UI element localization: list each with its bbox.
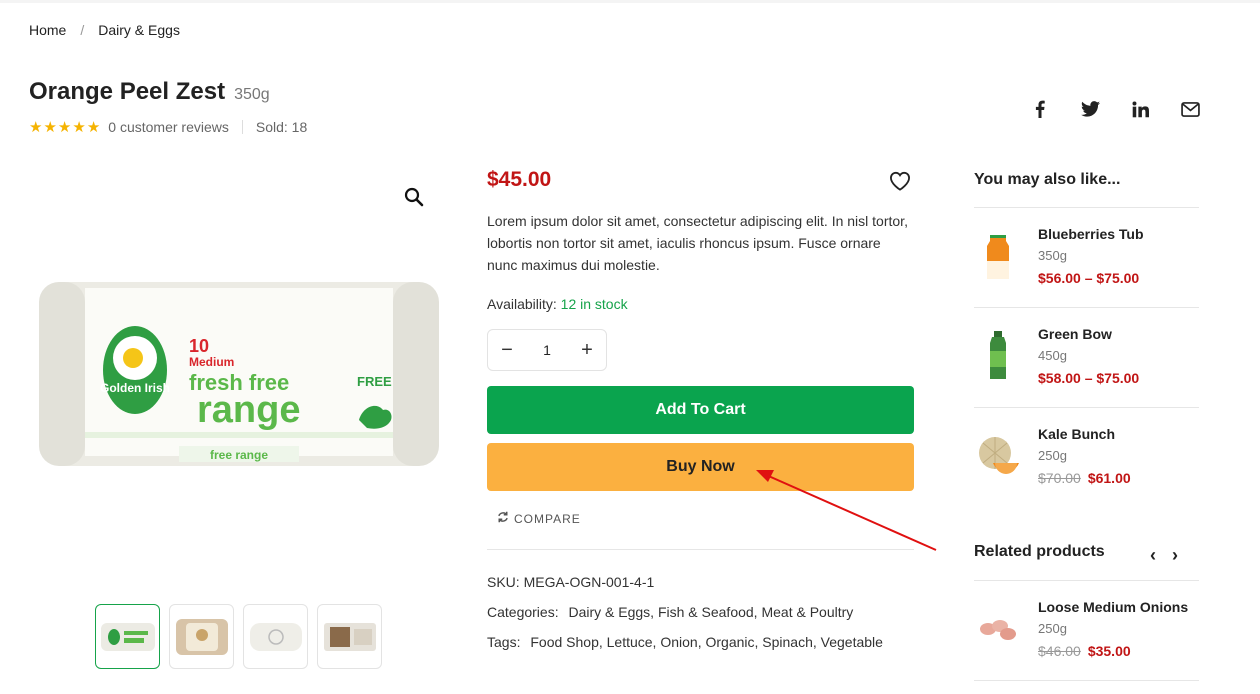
item-price: $56.00 – $75.00 [1038,270,1140,286]
also-like-item[interactable]: Blueberries Tub 350g $56.00 – $75.00 [974,226,1199,306]
sku-value: MEGA-OGN-001-4-1 [523,574,655,590]
reviews-link[interactable]: 0 customer reviews [108,119,229,135]
chevron-right-icon[interactable]: › [1172,545,1178,566]
thumbnail-strip [95,604,382,669]
quantity-input[interactable]: 1 [543,342,551,358]
categories-label: Categories: [487,604,559,620]
star-icon: ★ [72,118,86,136]
sidebar-divider [974,207,1199,208]
quantity-stepper: − 1 + [487,329,607,371]
share-icons [1029,98,1201,120]
product-weight: 350g [234,86,270,103]
refresh-icon [497,511,509,526]
thumbnail-4[interactable] [317,604,382,669]
buy-now-button[interactable]: Buy Now [487,443,914,491]
thumbnail-3[interactable] [243,604,308,669]
item-name[interactable]: Blueberries Tub [1038,226,1144,242]
availability: Availability: 12 in stock [487,296,628,312]
item-name[interactable]: Kale Bunch [1038,426,1115,442]
item-old-price: $46.00 [1038,643,1081,659]
categories-value[interactable]: Dairy & Eggs, Fish & Seafood, Meat & Pou… [568,604,853,620]
related-products-title: Related products [974,543,1105,560]
product-image[interactable]: Golden Irish 10 Medium fresh free range … [29,170,449,590]
item-price-row: $46.00 $35.00 [1038,643,1131,659]
breadcrumb-separator: / [80,22,85,38]
item-price: $61.00 [1087,470,1131,486]
product-description: Lorem ipsum dolor sit amet, consectetur … [487,213,908,273]
also-like-item[interactable]: Kale Bunch 250g $70.00 $61.00 [974,426,1199,506]
image-strip: free range [210,448,268,462]
thumbnail-2[interactable] [169,604,234,669]
stock-value: 12 in stock [560,296,628,312]
item-weight: 450g [1038,348,1067,363]
facebook-icon[interactable] [1029,98,1051,120]
tags-row: Tags: Food Shop, Lettuce, Onion, Organic… [487,634,883,650]
item-old-price: $70.00 [1038,470,1081,486]
chevron-left-icon[interactable]: ‹ [1150,545,1156,566]
item-weight: 350g [1038,248,1067,263]
image-headline-bottom: range [197,389,300,431]
decrease-button[interactable]: − [498,339,516,362]
star-icon: ★ [57,118,72,136]
add-to-cart-button[interactable]: Add To Cart [487,386,914,434]
tags-value[interactable]: Food Shop, Lettuce, Onion, Organic, Spin… [530,634,883,650]
juice-bottle-icon [974,326,1022,386]
image-badge: FREE [357,374,392,389]
star-icon: ★ [86,118,101,136]
sidebar-divider [974,307,1199,308]
breadcrumb-home[interactable]: Home [29,22,66,38]
also-like-title: You may also like... [974,171,1121,188]
twitter-icon[interactable] [1079,98,1101,120]
item-price-row: $70.00 $61.00 [1038,470,1131,486]
categories-row: Categories: Dairy & Eggs, Fish & Seafood… [487,604,853,620]
heart-icon[interactable] [889,171,911,196]
related-item[interactable]: Loose Medium Onions 250g $46.00 $35.00 [974,599,1199,679]
breadcrumb: Home / Dairy & Eggs [29,22,180,38]
image-size: Medium [189,355,234,369]
product-meta: ★ ★ ★ ★ ★ 0 customer reviews Sold: 18 [29,119,307,135]
star-icon: ★ [29,118,43,136]
sidebar-divider [974,680,1199,681]
sold-count: Sold: 18 [255,119,308,135]
star-icon: ★ [43,118,57,136]
item-name[interactable]: Loose Medium Onions [1038,599,1188,615]
sidebar-divider [974,580,1199,581]
onion-icon [974,599,1022,659]
linkedin-icon[interactable] [1129,98,1151,120]
sku-label: SKU: [487,574,520,590]
item-weight: 250g [1038,621,1067,636]
image-brand: Golden Irish [100,381,170,395]
availability-label: Availability: [487,296,557,312]
rating-stars: ★ ★ ★ ★ ★ [29,120,100,135]
item-weight: 250g [1038,448,1067,463]
product-price: $45.00 [487,168,552,191]
compare-button[interactable]: COMPARE [497,511,581,526]
meta-divider [241,120,243,134]
compare-label: COMPARE [514,511,581,526]
melon-icon [974,426,1022,486]
divider [487,549,914,550]
carousel-nav: ‹ › [1150,545,1178,566]
thumbnail-1[interactable] [95,604,160,669]
tags-label: Tags: [487,634,521,650]
item-name[interactable]: Green Bow [1038,326,1112,342]
juice-carton-icon [974,226,1022,286]
product-title-row: Orange Peel Zest 350g [29,78,270,106]
product-title: Orange Peel Zest [29,78,226,105]
sku-row: SKU: MEGA-OGN-001-4-1 [487,574,654,590]
sidebar-divider [974,407,1199,408]
also-like-item[interactable]: Green Bow 450g $58.00 – $75.00 [974,326,1199,406]
increase-button[interactable]: + [578,339,596,362]
image-count: 10 [189,336,209,356]
zoom-icon[interactable] [404,187,424,212]
top-border [0,0,1260,3]
breadcrumb-current[interactable]: Dairy & Eggs [98,22,180,38]
item-price: $35.00 [1087,643,1131,659]
mail-icon[interactable] [1179,98,1201,120]
item-price: $58.00 – $75.00 [1038,370,1140,386]
